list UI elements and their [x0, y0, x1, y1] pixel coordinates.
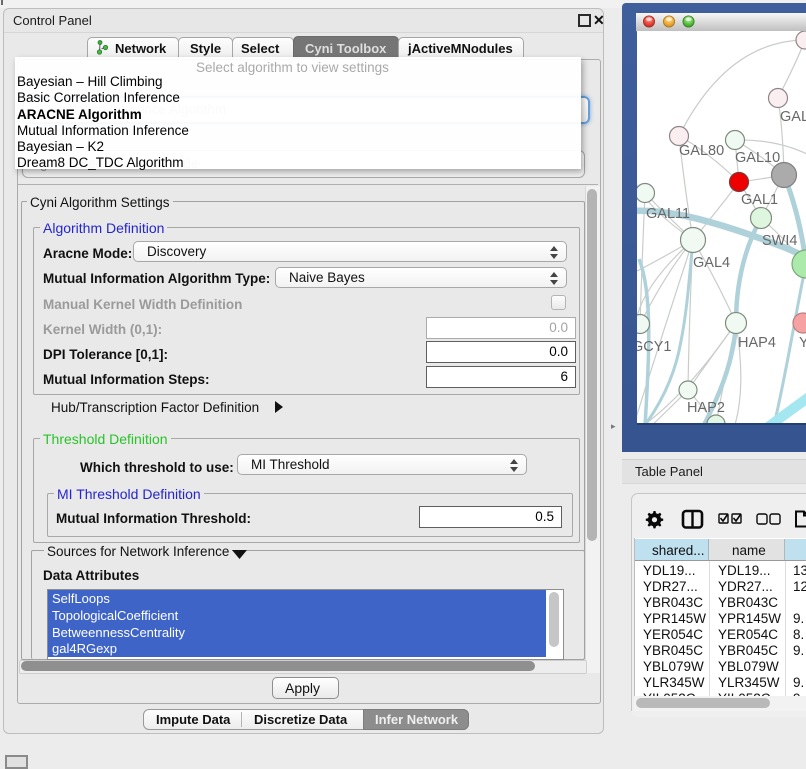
svg-text:GAL11: GAL11 [646, 206, 690, 222]
svg-text:HAP2: HAP2 [687, 400, 725, 416]
svg-text:GAL1: GAL1 [741, 192, 778, 208]
svg-text:GAL: GAL [780, 109, 806, 125]
svg-text:HAP4: HAP4 [738, 335, 776, 351]
svg-text:Y: Y [799, 335, 806, 351]
svg-text:GAL4: GAL4 [693, 255, 730, 271]
svg-text:GCY1: GCY1 [637, 339, 672, 355]
svg-text:GAL10: GAL10 [735, 150, 780, 166]
svg-text:GAL80: GAL80 [679, 143, 724, 159]
svg-text:SWI4: SWI4 [762, 233, 797, 249]
